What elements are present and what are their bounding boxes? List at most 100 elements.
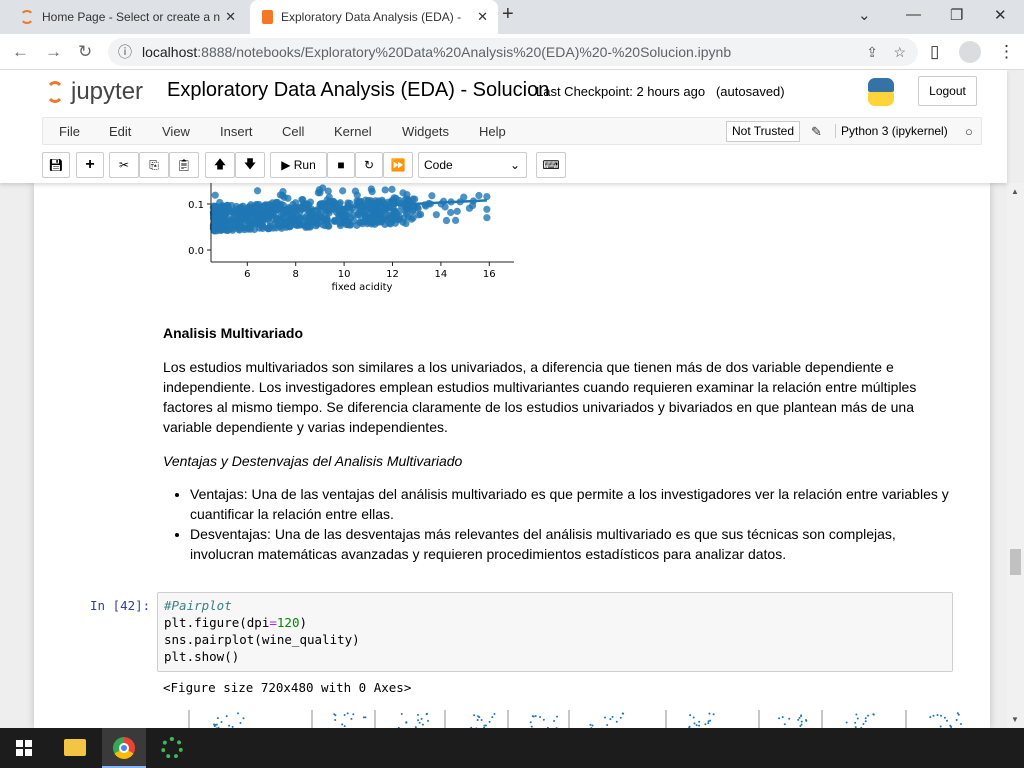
scatter-point [224,226,232,235]
windows-start-icon[interactable] [16,740,32,756]
pairplot-point [799,724,802,727]
run-button[interactable]: ▶ Run [270,152,327,178]
pairplot-point [416,713,419,716]
pairplot-point [589,723,592,726]
move-down-button[interactable]: 🡇 [235,152,265,178]
pairplot-point [800,720,803,723]
new-tab-button[interactable]: + [502,3,514,26]
insert-cell-button[interactable]: + [76,152,104,178]
chevron-down-icon: ⌄ [509,158,520,172]
scatter-point [377,211,385,219]
scatter-point [386,214,394,223]
file-explorer-icon[interactable] [64,739,86,756]
restart-run-all-button[interactable]: ⏩ [383,152,413,178]
jupyter-logo[interactable]: jupyter [46,78,143,106]
scatter-point [356,218,364,227]
pairplot-point [213,723,216,726]
menu-insert[interactable]: Insert [220,124,253,139]
restart-button[interactable]: ↻ [355,152,383,178]
share-icon[interactable]: ⇪ [866,38,878,66]
scrollbar-thumb[interactable] [1010,549,1021,575]
menu-view[interactable]: View [162,124,190,139]
pairplot-point [959,722,962,725]
pairplot-point [845,721,848,724]
menu-cell[interactable]: Cell [282,124,304,139]
reload-icon[interactable]: ↻ [78,42,92,62]
not-trusted-button[interactable]: Not Trusted [726,121,801,142]
scatter-point [269,224,277,232]
menu-file[interactable]: File [59,124,80,139]
sidebar-icon[interactable]: ▯ [930,42,939,62]
menu-icon[interactable]: ⋮ [998,42,1015,62]
edit-pencil-icon[interactable]: ✎ [811,124,822,140]
pairplot-point [698,720,701,723]
anaconda-icon[interactable] [161,737,183,759]
copy-button[interactable]: ⎘ [139,152,169,178]
menu-help[interactable]: Help [479,124,506,139]
pairplot-point [712,713,715,716]
pairplot-point [476,719,479,722]
code-cell-input[interactable]: #Pairplot plt.figure(dpi=120) sns.pairpl… [157,592,953,672]
close-window-button[interactable]: ✕ [994,6,1007,24]
chrome-taskbar-button[interactable] [102,728,146,768]
notebook-title[interactable]: Exploratory Data Analysis (EDA) - Soluci… [167,79,549,102]
restore-button[interactable]: ❐ [950,6,963,24]
pairplot-point [334,718,337,721]
logout-button[interactable]: Logout [918,76,977,106]
close-tab-icon[interactable]: ✕ [225,9,236,25]
kernel-name[interactable]: Python 3 (ipykernel) [835,124,948,138]
cell-type-select[interactable]: Code ⌄ [418,152,527,178]
interrupt-button[interactable]: ■ [327,152,355,178]
pairplot-point [488,720,491,723]
scrollbar[interactable]: ▲ ▼ [1007,183,1024,728]
menu-widgets[interactable]: Widgets [402,124,449,139]
scatter-point [483,192,491,201]
scatter-point [357,208,365,216]
profile-avatar[interactable] [959,41,981,63]
scatter-point [245,203,253,211]
pairplot-point [864,717,867,720]
jupyter-header: jupyter Exploratory Data Analysis (EDA) … [0,70,1007,183]
paste-button[interactable]: 📋︎ [169,152,199,178]
pairplot-point [534,715,537,718]
taskbar [0,728,1024,768]
pairplot-point [539,715,542,718]
pairplot-point [477,715,480,718]
scatter-point [286,222,294,230]
forward-icon[interactable]: → [45,42,62,62]
scatter-point [441,203,449,211]
scatter-point [213,204,221,212]
menu-edit[interactable]: Edit [109,124,131,139]
scatter-point [395,196,403,205]
pairplot-point [225,715,228,718]
save-button[interactable]: 💾︎ [42,152,70,178]
pairplot-point [532,715,535,718]
pairplot-point [709,719,712,722]
pairplot-point [956,712,959,715]
scatter-point [428,192,436,200]
kernel-idle-icon: ○ [965,124,973,139]
pairplot-point [542,718,545,721]
move-up-button[interactable]: 🡅 [205,152,235,178]
scatter-point [460,193,468,201]
back-icon[interactable]: ← [12,42,29,62]
pairplot-point [615,720,618,723]
bookmark-star-icon[interactable]: ☆ [893,38,906,66]
menu-kernel[interactable]: Kernel [334,124,372,139]
tab-home[interactable]: Home Page - Select or create a n ✕ [8,0,246,34]
pairplot-point [220,721,223,724]
scatter-point [254,203,262,211]
pairplot-point [350,717,353,720]
pairplot-point [867,714,870,717]
tab-notebook[interactable]: Exploratory Data Analysis (EDA) - ✕ [250,0,498,34]
cut-button[interactable]: ✂ [109,152,139,178]
command-palette-button[interactable]: ⌨ [536,152,566,178]
tab-search-icon[interactable]: ⌄ [858,6,871,24]
scatter-point [367,185,375,193]
url-input[interactable]: ⓘ localhost:8888/notebooks/Exploratory%20… [108,38,918,66]
markdown-subheading: Ventajas y Destenvajas del Analisis Mult… [163,453,463,469]
close-tab-icon[interactable]: ✕ [477,9,488,25]
minimize-button[interactable]: — [906,6,921,23]
pairplot-point [242,717,245,720]
pairplot-point [692,716,695,719]
